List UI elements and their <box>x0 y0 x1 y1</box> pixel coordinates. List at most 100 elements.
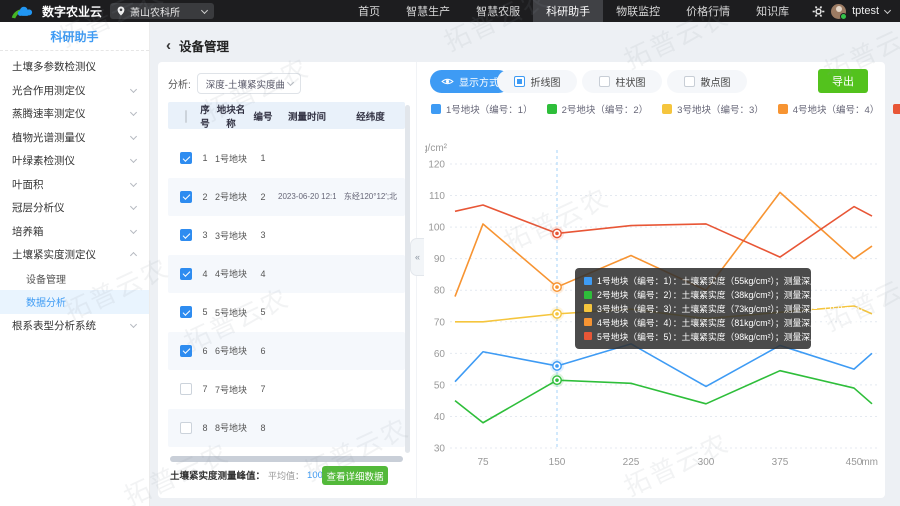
sidebar: 科研助手 土壤多参数检测仪光合作用测定仪蒸腾速率测定仪植物光谱测量仪叶绿素检测仪… <box>0 22 150 506</box>
row-checkbox[interactable] <box>180 229 192 241</box>
row-checkbox[interactable] <box>180 383 192 395</box>
tooltip-text: 2号地块（编号：2）：土壤紧实度（38kg/cm²）；测量深度（150 mm） <box>597 288 868 301</box>
nav-item-link[interactable]: 智慧生产 <box>393 0 463 22</box>
checkbox-icon[interactable] <box>599 76 610 87</box>
sidebar-item[interactable]: 土壤紧实度测定仪 <box>0 243 149 267</box>
table-row[interactable]: 11号地块1 <box>168 139 405 178</box>
top-navigation: 首页智慧生产智慧农服科研助手物联监控价格行情知识库 <box>345 0 802 22</box>
tooltip-swatch <box>584 304 592 312</box>
horizontal-scrollbar[interactable] <box>170 456 403 462</box>
legend-item[interactable]: 1号地块（编号：1） <box>431 102 533 116</box>
nav-item-link[interactable]: 智慧农服 <box>463 0 533 22</box>
cell-index: 2 <box>196 192 214 202</box>
cell-checkbox <box>176 229 196 241</box>
tooltip-text: 5号地块（编号：5）：土壤紧实度（98kg/cm²）；测量深度（150 mm） <box>597 330 868 343</box>
brand-title: 数字农业云 <box>42 3 102 20</box>
tooltip-text: 4号地块（编号：4）：土壤紧实度（81kg/cm²）；测量深度（150 mm） <box>597 316 868 329</box>
analysis-select[interactable]: 深度-土壤紧实度曲线 <box>197 73 301 94</box>
tooltip-row: 4号地块（编号：4）：土壤紧实度（81kg/cm²）；测量深度（150 mm） <box>584 315 802 329</box>
sidebar-item[interactable]: 蒸腾速率测定仪 <box>0 102 149 126</box>
table-row[interactable]: 66号地块6 <box>168 332 405 371</box>
legend-label: 1号地块（编号：1） <box>446 102 533 116</box>
cell-name: 1号地块 <box>214 152 248 165</box>
chart-type-option[interactable]: 折线图 <box>497 70 577 93</box>
nav-item-link[interactable]: 知识库 <box>743 0 802 22</box>
chart-type-option[interactable]: 散点图 <box>667 70 747 93</box>
table-row[interactable]: 22号地块22023-06-20 12:12:14东经120°12′;北 <box>168 178 405 217</box>
row-checkbox[interactable] <box>180 268 192 280</box>
sidebar-item-label: 土壤多参数检测仪 <box>12 59 96 74</box>
sidebar-item[interactable]: 冠层分析仪 <box>0 196 149 220</box>
row-checkbox[interactable] <box>180 191 192 203</box>
table-row[interactable]: 33号地块3 <box>168 216 405 255</box>
legend-item[interactable]: 4号地块（编号：4） <box>778 102 880 116</box>
avatar[interactable] <box>831 4 846 19</box>
cell-time: 2023-06-20 12:12:14 <box>278 192 336 201</box>
sidebar-item[interactable]: 培养箱 <box>0 220 149 244</box>
nav-item-link[interactable]: 物联监控 <box>603 0 673 22</box>
table-row[interactable]: 88号地块8 <box>168 409 405 448</box>
row-checkbox[interactable] <box>180 345 192 357</box>
legend-swatch <box>893 104 900 114</box>
export-button[interactable]: 导出 <box>818 69 868 93</box>
cell-code: 4 <box>248 269 278 279</box>
sidebar-item[interactable]: 叶绿素检测仪 <box>0 149 149 173</box>
legend-item[interactable]: 5号地块（编号：5） <box>893 102 900 116</box>
chart-type-option[interactable]: 柱状图 <box>582 70 662 93</box>
view-detail-button[interactable]: 查看详细数据 <box>322 466 388 485</box>
table-row[interactable]: 77号地块7 <box>168 370 405 409</box>
col-code: 编号 <box>248 109 278 123</box>
chevron-down-icon <box>130 180 137 187</box>
legend-item[interactable]: 3号地块（编号：3） <box>662 102 764 116</box>
sidebar-item[interactable]: 植物光谱测量仪 <box>0 126 149 150</box>
nav-item-link[interactable]: 首页 <box>345 0 393 22</box>
gear-icon[interactable] <box>812 5 825 18</box>
select-all-checkbox[interactable] <box>185 110 187 123</box>
col-coords: 经纬度 <box>336 109 405 123</box>
display-mode-label: 显示方式 <box>459 74 499 89</box>
svg-text:40: 40 <box>434 412 446 423</box>
tooltip-row: 1号地块（编号：1）：土壤紧实度（55kg/cm²）；测量深度（150 mm） <box>584 274 802 288</box>
table-row[interactable]: 55号地块5 <box>168 293 405 332</box>
user-zone: tptest <box>812 4 890 19</box>
checkbox-icon[interactable] <box>684 76 695 87</box>
checkbox-checked-icon[interactable] <box>514 76 525 87</box>
row-checkbox[interactable] <box>180 152 192 164</box>
chevron-down-icon <box>130 156 137 163</box>
cell-name: 8号地块 <box>214 421 248 434</box>
nav-item-link[interactable]: 价格行情 <box>673 0 743 22</box>
back-button[interactable]: ‹ <box>166 39 171 53</box>
sidebar-item[interactable]: 叶面积 <box>0 173 149 197</box>
sidebar-item-label: 光合作用测定仪 <box>12 83 86 98</box>
user-menu-chevron-icon[interactable] <box>884 6 891 13</box>
chart-legend: 1号地块（编号：1） 2号地块（编号：2） 3号地块（编号：3） 4号地块（编号：4）… <box>431 102 900 116</box>
tooltip-text: 3号地块（编号：3）：土壤紧实度（73kg/cm²）；测量深度（150 mm） <box>597 302 868 315</box>
cell-code: 3 <box>248 230 278 240</box>
tooltip-swatch <box>584 277 592 285</box>
chart-type-label: 折线图 <box>531 74 561 89</box>
sidebar-subitem[interactable]: 数据分析 <box>0 290 149 314</box>
chevron-up-icon <box>130 252 137 259</box>
row-checkbox[interactable] <box>180 306 192 318</box>
table-header: 序号 地块名称 编号 测量时间 经纬度 <box>168 102 405 129</box>
sidebar-item[interactable]: 土壤多参数检测仪 <box>0 55 149 79</box>
row-checkbox[interactable] <box>180 422 192 434</box>
nav-item-active[interactable]: 科研助手 <box>533 0 603 22</box>
cell-name: 3号地块 <box>214 229 248 242</box>
tooltip-swatch <box>584 332 592 340</box>
legend-item[interactable]: 2号地块（编号：2） <box>547 102 649 116</box>
table-row[interactable]: 44号地块4 <box>168 255 405 294</box>
sidebar-item[interactable]: 光合作用测定仪 <box>0 79 149 103</box>
cell-name: 4号地块 <box>214 267 248 280</box>
svg-text:90: 90 <box>434 254 446 265</box>
cell-code: 2 <box>248 192 278 202</box>
cell-checkbox <box>176 306 196 318</box>
app-root: 数字农业云 萧山农科所 首页智慧生产智慧农服科研助手物联监控价格行情知识库 <box>0 0 900 506</box>
sidebar-item[interactable]: 根系表型分析系统 <box>0 314 149 338</box>
username[interactable]: tptest <box>852 5 879 17</box>
vertical-scrollbar[interactable] <box>405 105 410 453</box>
collapse-panel-button[interactable]: « <box>410 238 424 276</box>
sidebar-subitem[interactable]: 设备管理 <box>0 267 149 291</box>
location-selector[interactable]: 萧山农科所 <box>110 3 214 19</box>
cell-checkbox <box>176 152 196 164</box>
